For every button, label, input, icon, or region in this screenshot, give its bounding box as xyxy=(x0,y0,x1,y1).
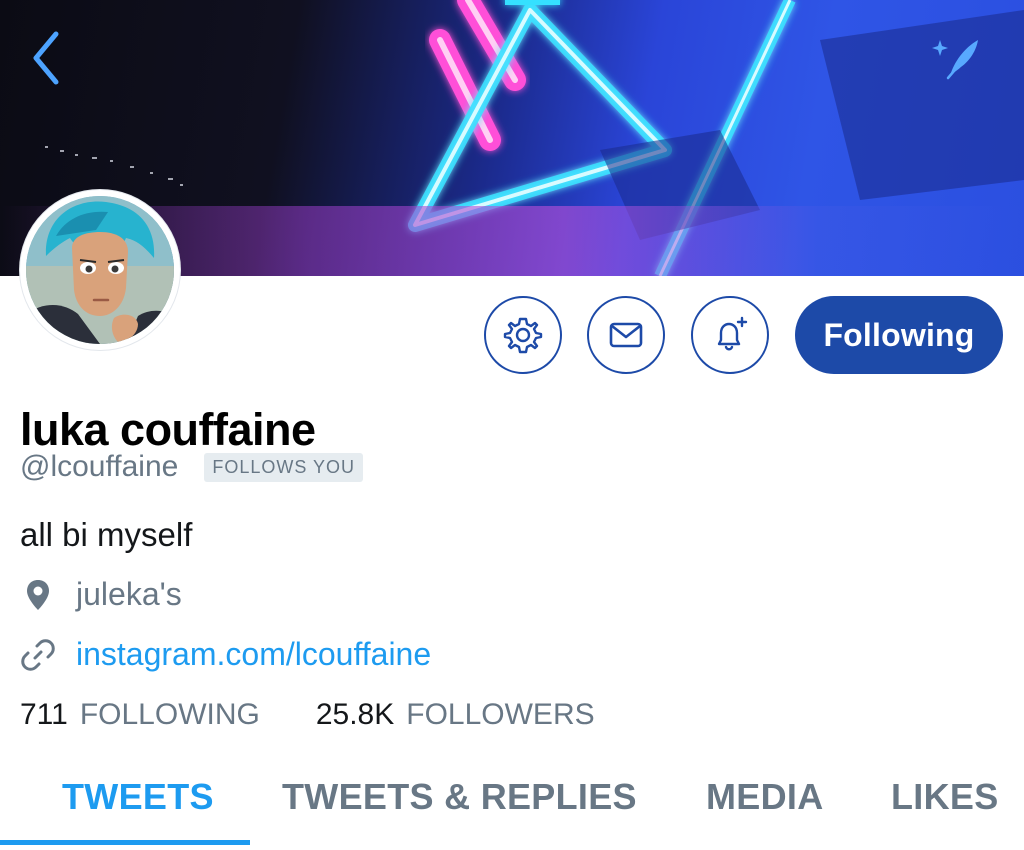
following-label: FOLLOWING xyxy=(79,698,260,731)
active-tab-indicator xyxy=(0,840,250,845)
website-row: instagram.com/lcouffaine xyxy=(20,636,431,673)
following-button[interactable]: Following xyxy=(795,296,1003,374)
following-stat[interactable]: 711 FOLLOWING xyxy=(20,698,260,732)
followers-stat[interactable]: 25.8K FOLLOWERS xyxy=(316,698,595,732)
display-name: luka couffaine xyxy=(20,404,316,455)
tab-tweets[interactable]: TWEETS xyxy=(62,776,214,818)
envelope-icon xyxy=(609,322,643,348)
message-button[interactable] xyxy=(587,296,665,374)
bio: all bi myself xyxy=(20,516,193,553)
followers-label: FOLLOWERS xyxy=(406,698,595,731)
handle: @lcouffaine xyxy=(20,450,179,483)
website-link[interactable]: instagram.com/lcouffaine xyxy=(76,636,431,673)
location-text: juleka's xyxy=(76,576,182,612)
settings-button[interactable] xyxy=(484,296,562,374)
tab-likes[interactable]: LIKES xyxy=(891,776,999,818)
back-button[interactable] xyxy=(22,26,70,90)
avatar-image xyxy=(26,196,174,344)
link-icon xyxy=(20,637,56,673)
compose-button[interactable] xyxy=(926,36,984,82)
location-pin-icon xyxy=(20,577,56,613)
bell-plus-icon xyxy=(717,316,748,351)
handle-row: @lcouffaine FOLLOWS YOU xyxy=(20,450,364,484)
follows-you-badge: FOLLOWS YOU xyxy=(204,452,364,482)
follow-stats: 711 FOLLOWING 25.8K FOLLOWERS xyxy=(20,698,595,732)
chevron-left-icon xyxy=(33,31,59,85)
gear-icon xyxy=(503,317,543,354)
avatar[interactable] xyxy=(20,190,180,350)
avatar-illustration xyxy=(26,196,174,344)
following-count: 711 xyxy=(20,698,68,731)
tab-tweets-and-replies[interactable]: TWEETS & REPLIES xyxy=(282,776,637,818)
notifications-button[interactable] xyxy=(691,296,769,374)
profile-tabs: TWEETS TWEETS & REPLIES MEDIA LIKES xyxy=(0,768,1024,850)
location-row: juleka's xyxy=(20,576,182,613)
tab-media[interactable]: MEDIA xyxy=(706,776,824,818)
sparkle-feather-icon xyxy=(932,40,978,80)
followers-count: 25.8K xyxy=(315,698,395,731)
